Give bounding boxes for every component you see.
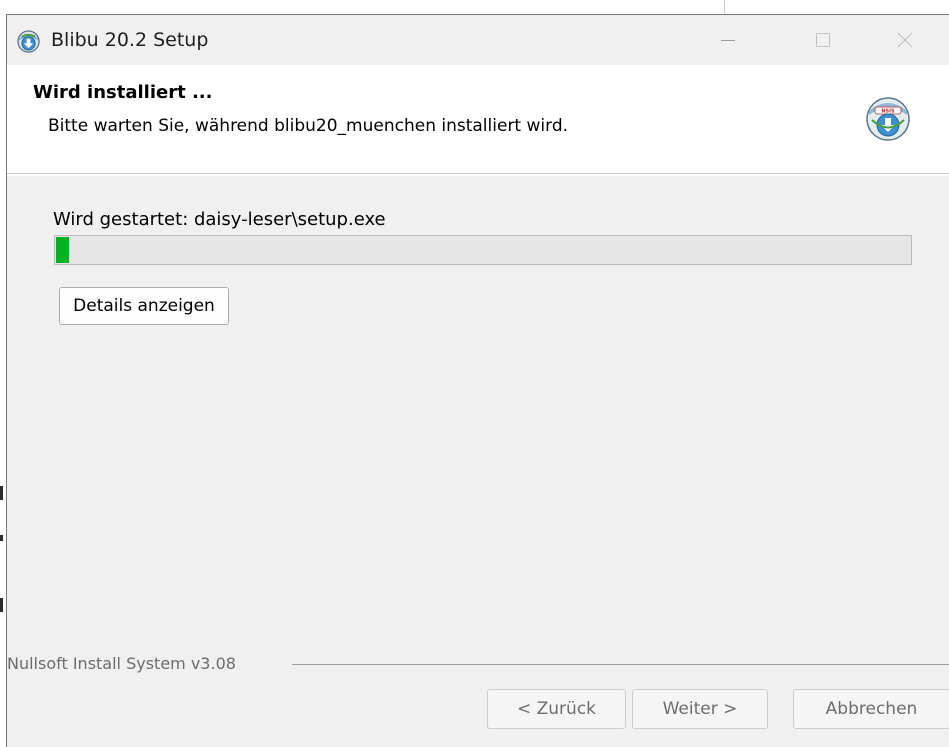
maximize-icon (816, 33, 830, 47)
install-status-text: Wird gestartet: daisy-leser\setup.exe (53, 209, 386, 230)
setup-window: Blibu 20.2 Setup Wird installiert ... Bi… (6, 14, 949, 747)
window-title: Blibu 20.2 Setup (51, 29, 209, 51)
cancel-button[interactable]: Abbrechen (793, 689, 949, 729)
next-button[interactable]: Weiter > (632, 689, 768, 729)
install-progress-bar (54, 235, 912, 265)
close-button[interactable] (877, 17, 933, 63)
background-divider (724, 0, 725, 14)
nsis-logo-icon: NSIS (866, 97, 910, 141)
page-subtitle: Bitte warten Sie, während blibu20_muench… (48, 116, 569, 136)
minimize-icon (721, 39, 735, 41)
installer-branding: Nullsoft Install System v3.08 (7, 654, 236, 673)
title-bar[interactable]: Blibu 20.2 Setup (7, 15, 949, 65)
header-divider (7, 173, 949, 176)
nsis-setup-icon (17, 30, 40, 53)
progress-fill (56, 237, 69, 263)
background-area (0, 0, 949, 12)
page-header: Wird installiert ... Bitte warten Sie, w… (7, 65, 949, 174)
page-title: Wird installiert ... (33, 82, 213, 103)
minimize-button[interactable] (700, 17, 756, 63)
maximize-button[interactable] (795, 17, 851, 63)
background-edge-marks (0, 0, 4, 747)
back-button[interactable]: < Zurück (487, 689, 626, 729)
show-details-button[interactable]: Details anzeigen (59, 287, 229, 325)
branding-divider (292, 664, 949, 665)
close-icon (897, 32, 913, 48)
